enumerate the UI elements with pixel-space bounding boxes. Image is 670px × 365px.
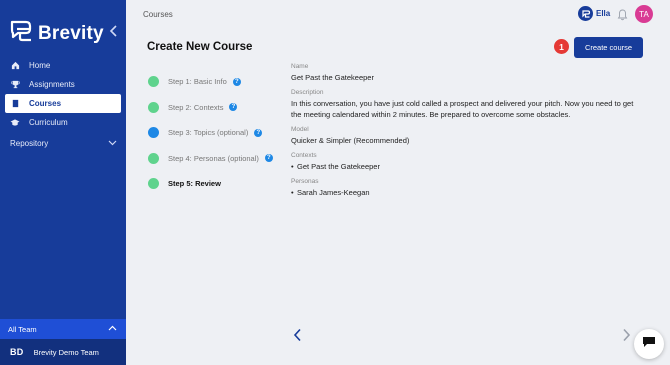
create-course-button[interactable]: Create course (574, 37, 643, 58)
name-value: Get Past the Gatekeeper (291, 73, 374, 82)
user-menu[interactable]: Ella (578, 6, 610, 21)
next-step-icon[interactable] (622, 328, 631, 342)
step-complete-icon (148, 101, 159, 113)
step-review[interactable]: Step 5: Review (148, 171, 283, 197)
avatar[interactable]: TA (635, 5, 653, 23)
sidebar-item-label: Assignments (29, 80, 75, 89)
step-personas[interactable]: Step 4: Personas (optional) ? (148, 146, 283, 172)
brevity-logo[interactable]: Brevity (9, 20, 104, 47)
step-complete-icon (148, 76, 159, 88)
brevity-logo-icon (9, 20, 34, 47)
step-label: Step 2: Contexts (168, 102, 224, 112)
sidebar-item-repository[interactable]: Repository (5, 134, 121, 153)
step-topics[interactable]: Step 3: Topics (optional) ? (148, 120, 283, 146)
collapse-sidebar-icon[interactable] (109, 24, 119, 38)
sidebar: Brevity Home Assignments Courses Curricu… (0, 0, 126, 365)
brevity-user-icon (578, 6, 593, 21)
step-complete-icon (148, 178, 159, 190)
app-name: Brevity (38, 22, 104, 44)
sidebar-item-courses[interactable]: Courses (5, 94, 121, 113)
model-label: Model (291, 126, 309, 133)
sidebar-item-label: Courses (29, 99, 62, 108)
book-icon (10, 99, 20, 109)
team-name: Brevity Demo Team (33, 347, 99, 357)
course-review-details: Name Get Past the Gatekeeper Description… (291, 63, 641, 204)
description-label: Description (291, 89, 324, 96)
team-selector[interactable]: All Team (0, 319, 126, 339)
step-label: Step 4: Personas (optional) (168, 153, 259, 163)
step-contexts[interactable]: Step 2: Contexts ? (148, 95, 283, 121)
persona-item: Sarah James-Keegan (291, 187, 641, 198)
bell-icon[interactable] (617, 8, 628, 21)
chevron-up-icon (108, 324, 117, 333)
step-label: Step 5: Review (168, 179, 221, 189)
graduation-cap-icon (10, 118, 20, 128)
context-item: Get Past the Gatekeeper (291, 161, 641, 172)
step-in-progress-icon (148, 127, 159, 139)
user-name: Ella (596, 9, 611, 18)
previous-step-icon[interactable] (293, 328, 302, 342)
chevron-down-icon (108, 139, 117, 148)
sidebar-item-label: Home (29, 61, 51, 70)
sidebar-item-home[interactable]: Home (5, 56, 121, 75)
trophy-icon (10, 80, 20, 90)
step-label: Step 3: Topics (optional) (168, 128, 249, 138)
step-label: Step 1: Basic Info (168, 77, 227, 87)
team-selector-label: All Team (8, 324, 37, 334)
team-item[interactable]: BD Brevity Demo Team (0, 339, 126, 365)
description-value: In this conversation, you have just cold… (291, 99, 634, 119)
step-complete-icon (148, 152, 159, 164)
contexts-label: Contexts (291, 152, 317, 159)
help-icon[interactable]: ? (264, 154, 273, 163)
chat-icon (642, 335, 656, 353)
name-label: Name (291, 63, 309, 70)
sidebar-item-curriculum[interactable]: Curriculum (5, 113, 121, 132)
help-icon[interactable]: ? (232, 77, 241, 86)
sidebar-item-label: Curriculum (29, 118, 68, 127)
help-icon[interactable]: ? (229, 103, 238, 112)
help-icon[interactable]: ? (254, 128, 263, 137)
sidebar-nav: Home Assignments Courses Curriculum Repo… (0, 56, 126, 153)
model-value: Quicker & Simpler (Recommended) (291, 136, 410, 145)
sidebar-item-label: Repository (10, 139, 49, 148)
team-avatar: BD (10, 347, 24, 357)
step-basic-info[interactable]: Step 1: Basic Info ? (148, 69, 283, 95)
chat-button[interactable] (634, 329, 664, 359)
home-icon (10, 61, 20, 71)
personas-label: Personas (291, 178, 319, 185)
notification-badge: 1 (554, 39, 569, 54)
breadcrumb[interactable]: Courses (143, 10, 173, 19)
page-title: Create New Course (147, 41, 253, 53)
course-steps: Step 1: Basic Info ? Step 2: Contexts ? … (148, 69, 283, 197)
sidebar-item-assignments[interactable]: Assignments (5, 75, 121, 94)
